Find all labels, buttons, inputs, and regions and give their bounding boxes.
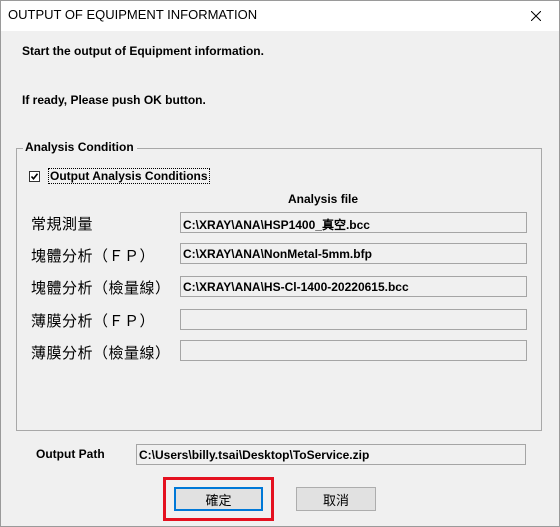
cancel-button[interactable]: 取消	[296, 487, 376, 511]
row-label-film-calibration: 薄膜分析（檢量線）	[31, 344, 171, 362]
ok-button[interactable]: 確定	[174, 487, 263, 511]
row-label-standard-measurement: 常規測量	[31, 215, 94, 233]
row-label-film-fp: 薄膜分析（ＦＰ）	[31, 312, 156, 330]
output-analysis-conditions-checkbox[interactable]	[29, 170, 40, 182]
analysis-file-field-bulk-fp[interactable]: C:\XRAY\ANA\NonMetal-5mm.bfp	[180, 243, 527, 264]
analysis-file-header: Analysis file	[288, 192, 359, 206]
output-analysis-conditions-label[interactable]: Output Analysis Conditions	[48, 168, 210, 184]
row-label-bulk-calibration: 塊體分析（檢量線）	[31, 279, 171, 297]
analysis-file-field-film-calibration[interactable]	[180, 340, 527, 361]
message-start: Start the output of Equipment informatio…	[22, 44, 264, 58]
dialog-window: OUTPUT OF EQUIPMENT INFORMATION Start th…	[0, 0, 560, 527]
analysis-file-field-film-fp[interactable]	[180, 309, 527, 330]
title-bar: OUTPUT OF EQUIPMENT INFORMATION	[1, 1, 559, 31]
close-button[interactable]	[513, 1, 559, 31]
output-analysis-conditions-checkbox-row[interactable]: Output Analysis Conditions	[29, 167, 210, 185]
close-icon	[531, 11, 541, 21]
analysis-file-field-bulk-calibration[interactable]: C:\XRAY\ANA\HS-Cl-1400-20220615.bcc	[180, 276, 527, 297]
checkmark-icon	[30, 172, 39, 180]
row-label-bulk-fp: 塊體分析（ＦＰ）	[31, 247, 156, 265]
analysis-condition-title: Analysis Condition	[23, 140, 137, 154]
window-title: OUTPUT OF EQUIPMENT INFORMATION	[8, 7, 258, 22]
message-ready: If ready, Please push OK button.	[22, 93, 206, 107]
analysis-file-field-standard-measurement[interactable]: C:\XRAY\ANA\HSP1400_真空.bcc	[180, 212, 527, 233]
output-path-field[interactable]: C:\Users\billy.tsai\Desktop\ToService.zi…	[136, 444, 526, 465]
output-path-label: Output Path	[36, 447, 105, 461]
